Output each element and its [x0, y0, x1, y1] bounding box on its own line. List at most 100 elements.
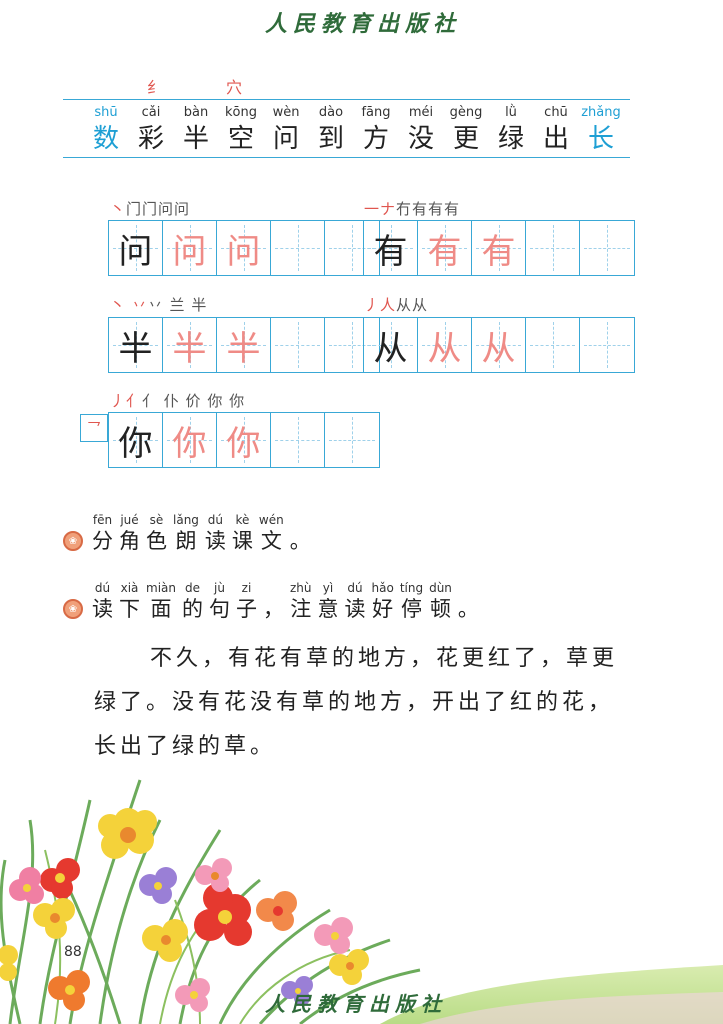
pinyin-label: dú: [94, 581, 111, 595]
stroke-order-first: 丿人: [364, 296, 397, 314]
character-item: cǎi 彩: [129, 104, 173, 156]
annotated-word: fēn 分: [92, 512, 113, 554]
hanzi-character: 句: [208, 597, 230, 621]
trace-character: 从: [472, 318, 526, 372]
pinyin-label: gèng: [449, 105, 483, 120]
pinyin-label: dú: [347, 581, 363, 595]
pinyin-label: dùn: [429, 581, 452, 595]
character-item: chū 出: [534, 104, 578, 156]
trace-character: 问: [163, 221, 217, 275]
pinyin-label: zhù: [289, 581, 312, 595]
hanzi-character: 到: [317, 124, 344, 154]
paragraph-line: 不久，有花有草的地方，花更红了，草更: [150, 646, 619, 671]
flower-pink: [175, 978, 210, 1012]
annotated-word: tíng 停: [400, 580, 423, 622]
pinyin-label: fāng: [361, 105, 391, 120]
hanzi-character: ，: [262, 597, 284, 621]
character-item: fāng 方: [354, 104, 398, 156]
pinyin-label: hǎo: [371, 581, 394, 595]
instruction-read-sentences: dú 读 xià 下 miàn 面 de 的 jù 句 zi 子， zhù 注 yì 意 dú 读 hǎo 好 tíng…: [92, 580, 485, 622]
trace-character: 半: [217, 318, 271, 372]
writing-grid-ni: 你 你 你: [108, 412, 380, 468]
flower-orange: [48, 970, 90, 1011]
extra-stroke-box: 乛: [80, 414, 108, 442]
character-item: lǜ 绿: [489, 104, 533, 156]
flower-red: [40, 858, 80, 899]
hanzi-character: 绿: [497, 124, 524, 154]
pinyin-label: yì: [322, 581, 334, 595]
instruction-read-roles: fēn 分 jué 角 sè 色 lǎng 朗 dú 读 kè 课 wén 文。: [92, 512, 317, 554]
trace-character: 有: [472, 221, 526, 275]
empty-practice-cell[interactable]: [526, 318, 580, 372]
hanzi-character: 彩: [137, 124, 164, 154]
stroke-order-you: 一ナ冇有有有: [364, 198, 460, 219]
trace-character: 你: [163, 413, 217, 467]
empty-practice-cell[interactable]: [325, 413, 379, 467]
hanzi-character: 问: [272, 124, 299, 154]
hanzi-character: 色: [146, 529, 167, 553]
pinyin-label: dào: [318, 105, 344, 120]
empty-practice-cell[interactable]: [580, 221, 634, 275]
annotated-word: dú 读: [205, 512, 226, 554]
trace-character: 有: [418, 221, 472, 275]
pinyin-label: shū: [94, 105, 118, 120]
empty-practice-cell[interactable]: [271, 221, 325, 275]
annotated-word: dú 读: [92, 580, 113, 622]
hanzi-character: 文: [260, 529, 282, 553]
character-item: wèn 问: [264, 104, 308, 156]
character-item: zhǎng 长: [579, 104, 623, 156]
pinyin-label: wén: [258, 513, 284, 527]
annotated-word: kè 课: [232, 512, 253, 554]
hanzi-character: 课: [231, 529, 253, 553]
empty-practice-cell[interactable]: [271, 413, 325, 467]
annotated-word: hǎo 好: [372, 580, 394, 622]
stroke-order-rest: 亻 仆 价 你 你: [142, 392, 246, 410]
instruction-icon: ❀: [63, 531, 83, 551]
hanzi-character: 空: [227, 124, 254, 154]
pinyin-label: chū: [544, 105, 568, 120]
pinyin-label: xià: [120, 581, 139, 595]
flower-yellow: [0, 945, 18, 981]
hanzi-character: 半: [182, 124, 209, 154]
pinyin-label: lǜ: [505, 105, 517, 120]
hanzi-character: 更: [452, 124, 479, 154]
model-character: 问: [109, 221, 163, 275]
pinyin-label: tíng: [399, 581, 424, 595]
hanzi-character: 方: [362, 124, 389, 154]
pinyin-label: [290, 512, 311, 528]
empty-practice-cell[interactable]: [271, 318, 325, 372]
pinyin-label: miàn: [146, 581, 176, 595]
annotated-word: lǎng 朗: [173, 512, 199, 554]
hanzi-character: 子: [235, 597, 257, 621]
pinyin-label: de: [184, 581, 200, 595]
trace-character: 你: [217, 413, 271, 467]
annotated-word: zi 子: [236, 580, 257, 622]
flower-orange: [256, 891, 297, 931]
pinyin-label: zhǎng: [581, 105, 621, 120]
paragraph-line: 绿了。没有花没有草的地方，开出了红的花，: [94, 690, 615, 715]
model-character: 从: [364, 318, 418, 372]
pinyin-label: kōng: [225, 105, 257, 120]
hanzi-character: 意: [317, 597, 339, 621]
hanzi-character: 读: [204, 529, 226, 553]
hanzi-character: 分: [92, 529, 113, 553]
flower-yellow: [33, 898, 75, 939]
empty-practice-cell[interactable]: [526, 221, 580, 275]
stroke-order-first: 一ナ: [364, 200, 397, 218]
word-row-top-rule: [63, 99, 630, 100]
stroke-order-first: 丶 丷: [110, 296, 148, 314]
writing-grid-wen: 问 问 问: [108, 220, 380, 276]
writing-grid-you: 有 有 有: [363, 220, 635, 276]
pinyin-label: wèn: [272, 105, 300, 120]
radical-label: 穴: [226, 78, 243, 97]
model-character: 有: [364, 221, 418, 275]
pinyin-label: fēn: [92, 513, 113, 527]
annotated-word: jù 句: [209, 580, 230, 622]
publisher-logo: 人民教育出版社: [265, 992, 447, 1016]
empty-practice-cell[interactable]: [580, 318, 634, 372]
flower-pink: [9, 867, 44, 904]
annotated-word: dú 读: [345, 580, 366, 622]
stroke-order-rest: 门门问问: [126, 200, 191, 218]
publisher-logo: 人民教育出版社: [265, 11, 462, 37]
pinyin-label: lǎng: [173, 513, 199, 527]
